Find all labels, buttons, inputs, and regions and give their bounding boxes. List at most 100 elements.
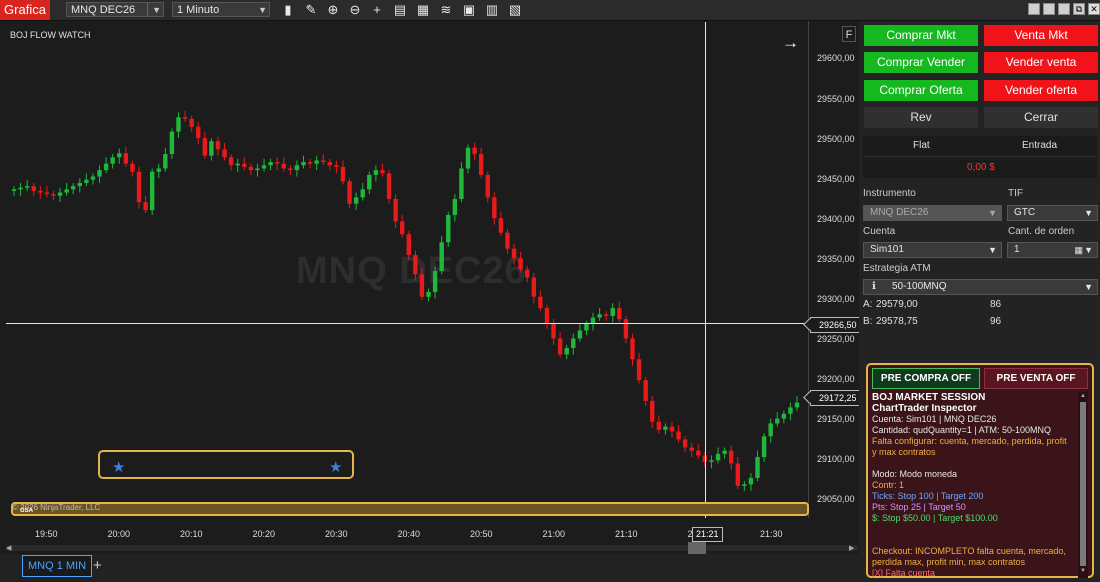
divider bbox=[864, 156, 1096, 157]
reverse-button[interactable]: Rev bbox=[864, 107, 978, 128]
session-strip[interactable] bbox=[11, 502, 809, 516]
price-tick-label: 29100,00 bbox=[817, 454, 855, 465]
calculator-icon[interactable]: ▦ bbox=[1074, 243, 1083, 257]
chevron-down-icon: ▼ bbox=[1084, 282, 1093, 292]
candle bbox=[117, 148, 122, 164]
candle bbox=[735, 457, 740, 490]
tab-mnq-1-min[interactable]: MNQ 1 MIN bbox=[22, 555, 92, 577]
candle bbox=[24, 179, 30, 191]
price-axis-line bbox=[808, 21, 809, 518]
unrealized-pnl: 0,00 $ bbox=[967, 162, 995, 173]
candle bbox=[419, 267, 425, 300]
chevron-down-icon[interactable]: ▼ bbox=[1084, 243, 1093, 257]
candle bbox=[163, 147, 168, 172]
price-tick-label: 29250,00 bbox=[817, 334, 855, 345]
candle bbox=[44, 186, 50, 198]
inspector-line: Falta configurar: cuenta, mercado, perdi… bbox=[872, 436, 1067, 446]
candle bbox=[492, 192, 497, 225]
candle bbox=[525, 266, 530, 283]
candle bbox=[31, 182, 36, 196]
chevron-down-icon: ▼ bbox=[1084, 208, 1093, 218]
candle bbox=[386, 170, 392, 204]
scroll-down-icon[interactable]: ▼ bbox=[1080, 568, 1086, 574]
pre-sell-toggle[interactable]: PRE VENTA OFF bbox=[984, 368, 1088, 389]
star-highlight-box[interactable]: ★ ★ bbox=[98, 450, 354, 479]
candle bbox=[432, 266, 438, 299]
time-tick-label: 20:50 bbox=[470, 529, 493, 539]
ask-size: 86 bbox=[990, 299, 1002, 310]
close-position-button[interactable]: Cerrar bbox=[984, 107, 1098, 128]
buy-bid-button[interactable]: Comprar Oferta bbox=[864, 80, 978, 101]
strip-label: OSA bbox=[20, 508, 34, 514]
price-tick-label: 29400,00 bbox=[817, 213, 855, 224]
candle bbox=[643, 376, 648, 406]
horizontal-scrollbar[interactable] bbox=[6, 545, 858, 551]
candle bbox=[321, 154, 326, 166]
candle bbox=[531, 272, 537, 304]
inspector-line: Modo: Modo moneda bbox=[872, 469, 958, 479]
buy-market-button[interactable]: Comprar Mkt bbox=[864, 25, 978, 46]
candle bbox=[301, 155, 306, 169]
candle bbox=[90, 173, 96, 185]
candle bbox=[511, 243, 517, 265]
inspector-text: BOJ MARKET SESSION ChartTrader Inspector C… bbox=[872, 392, 1076, 578]
candle bbox=[103, 157, 109, 174]
sell-bid-button[interactable]: Vender oferta bbox=[984, 80, 1098, 101]
tif-select[interactable]: GTC ▼ bbox=[1007, 205, 1098, 221]
arrow-right-icon[interactable]: → bbox=[782, 33, 799, 53]
price-tick-label: 29550,00 bbox=[817, 93, 855, 104]
inspector-line: Cuenta: Sim101 | MNQ DEC26 bbox=[872, 414, 997, 424]
candle bbox=[71, 182, 76, 195]
bid-size: 96 bbox=[990, 316, 1002, 327]
candle bbox=[650, 396, 655, 429]
price-tick-label: 29300,00 bbox=[817, 293, 855, 304]
candle bbox=[196, 122, 201, 145]
inspector-line: BOJ MARKET SESSION bbox=[872, 392, 986, 403]
quantity-stepper[interactable]: 1 ▦ ▼ bbox=[1007, 242, 1098, 258]
candle bbox=[307, 158, 313, 169]
account-select[interactable]: Sim101 ▼ bbox=[863, 242, 1002, 258]
pre-buy-toggle[interactable]: PRE COMPRA OFF bbox=[872, 368, 980, 389]
star-icon[interactable]: ★ bbox=[112, 458, 125, 476]
scroll-left-icon[interactable]: ◀ bbox=[6, 544, 11, 552]
candle bbox=[18, 182, 23, 196]
candle bbox=[110, 154, 115, 169]
info-icon[interactable]: ℹ bbox=[872, 280, 876, 294]
inspector-line: Ticks: Stop 100 | Target 200 bbox=[872, 491, 984, 501]
tif-label: TIF bbox=[1008, 188, 1023, 199]
candle bbox=[781, 410, 787, 424]
candle bbox=[215, 136, 221, 156]
candle bbox=[11, 186, 17, 196]
candle bbox=[393, 194, 398, 228]
price-tick-label: 29500,00 bbox=[817, 133, 855, 144]
scroll-up-icon[interactable]: ▲ bbox=[1080, 393, 1086, 399]
atm-strategy-select[interactable]: ℹ 50-100MNQ ▼ bbox=[863, 279, 1098, 295]
inspector-scrollbar-thumb[interactable] bbox=[1080, 402, 1086, 566]
sell-market-button[interactable]: Venta Mkt bbox=[984, 25, 1098, 46]
instrument-select[interactable]: MNQ DEC26 ▼ bbox=[863, 205, 1002, 221]
add-tab-button[interactable]: + bbox=[93, 557, 102, 574]
candle bbox=[347, 178, 352, 209]
inspector-line: $: Stop $50.00 | Target $100.00 bbox=[872, 513, 998, 523]
sell-ask-button[interactable]: Vender venta bbox=[984, 52, 1098, 73]
buy-ask-button[interactable]: Comprar Vender bbox=[864, 52, 978, 73]
inspector-line: Pts: Stop 25 | Target 50 bbox=[872, 502, 966, 512]
star-icon[interactable]: ★ bbox=[329, 458, 342, 476]
inspector-line: [X] Falta cuenta bbox=[872, 568, 936, 578]
last-price-tag: 29172,25 bbox=[810, 390, 862, 406]
price-tick-label: 29050,00 bbox=[817, 494, 855, 505]
instrument-select-value: MNQ DEC26 bbox=[870, 207, 929, 218]
scroll-right-icon[interactable]: ▶ bbox=[849, 544, 854, 552]
scrollbar-thumb[interactable] bbox=[688, 542, 706, 554]
time-tick-label: 20:30 bbox=[325, 529, 348, 539]
f-button[interactable]: F bbox=[842, 26, 856, 42]
candle bbox=[38, 186, 43, 199]
candle bbox=[518, 251, 523, 273]
time-tick-label: 21:00 bbox=[542, 529, 566, 539]
inspector-line bbox=[872, 458, 1076, 469]
candle bbox=[373, 165, 379, 182]
quantity-label: Cant. de orden bbox=[1008, 226, 1075, 237]
candle bbox=[314, 155, 319, 171]
chevron-down-icon: ▼ bbox=[988, 208, 997, 218]
candle bbox=[242, 157, 247, 171]
